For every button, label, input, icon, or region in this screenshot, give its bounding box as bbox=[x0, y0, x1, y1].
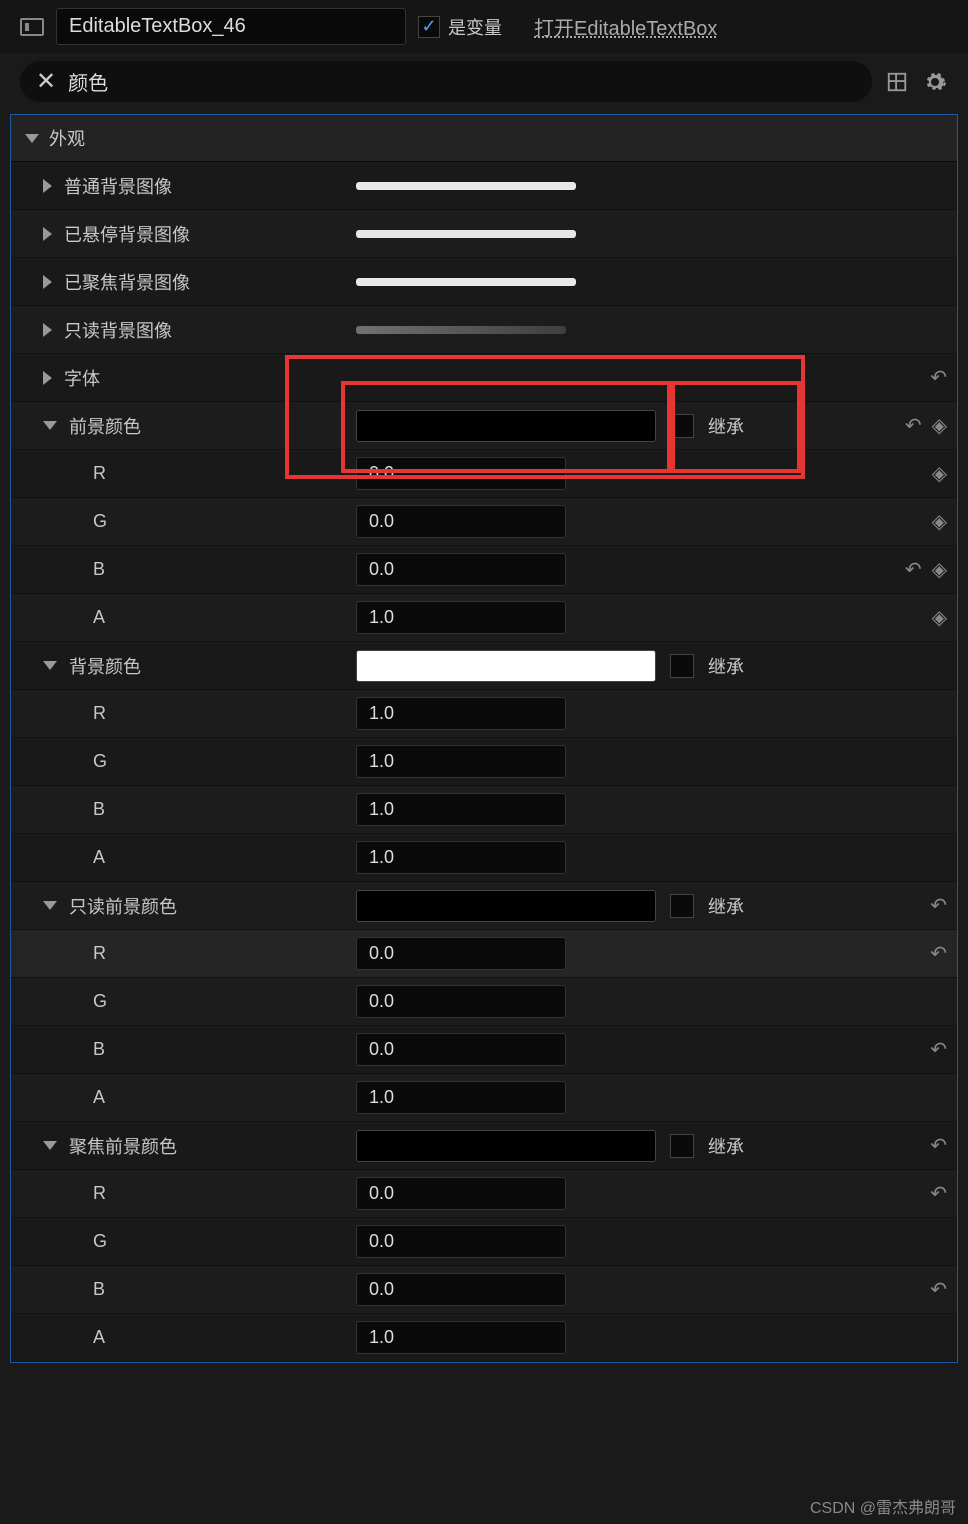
chevron-right-icon[interactable] bbox=[43, 371, 52, 385]
is-variable-label: 是变量 bbox=[448, 14, 502, 40]
ro-g-input[interactable] bbox=[356, 985, 566, 1018]
bg-g-input[interactable] bbox=[356, 745, 566, 778]
widget-icon bbox=[20, 18, 44, 36]
fg-g-input[interactable] bbox=[356, 505, 566, 538]
chevron-down-icon[interactable] bbox=[43, 661, 57, 670]
clear-search-icon[interactable]: ✕ bbox=[36, 67, 56, 96]
watermark: CSDN @雷杰弗朗哥 bbox=[810, 1494, 956, 1518]
label-b: B bbox=[93, 1039, 105, 1060]
bg-a-input[interactable] bbox=[356, 841, 566, 874]
chevron-right-icon[interactable] bbox=[43, 227, 52, 241]
reset-icon[interactable]: ↶ bbox=[930, 365, 947, 390]
label-r: R bbox=[93, 463, 106, 484]
category-label: 外观 bbox=[49, 125, 85, 151]
color-swatch[interactable] bbox=[356, 1130, 656, 1162]
chevron-right-icon[interactable] bbox=[43, 179, 52, 193]
label-g: G bbox=[93, 1231, 107, 1252]
label-a: A bbox=[93, 607, 105, 628]
ro-a-input[interactable] bbox=[356, 1081, 566, 1114]
reset-icon[interactable]: ↶ bbox=[930, 1133, 947, 1158]
keyframe-icon[interactable]: ◈ bbox=[932, 413, 947, 438]
gear-icon[interactable] bbox=[922, 69, 948, 95]
brush-preview[interactable] bbox=[356, 278, 576, 286]
keyframe-icon[interactable]: ◈ bbox=[932, 605, 947, 630]
reset-icon[interactable]: ↶ bbox=[930, 1181, 947, 1206]
keyframe-icon[interactable]: ◈ bbox=[932, 557, 947, 582]
widget-name-input[interactable] bbox=[56, 8, 406, 45]
reset-icon[interactable]: ↶ bbox=[930, 1037, 947, 1062]
label-g: G bbox=[93, 511, 107, 532]
label-r: R bbox=[93, 943, 106, 964]
label-a: A bbox=[93, 1087, 105, 1108]
label-b: B bbox=[93, 1279, 105, 1300]
label-b: B bbox=[93, 559, 105, 580]
reset-icon[interactable]: ↶ bbox=[930, 941, 947, 966]
label-b: B bbox=[93, 799, 105, 820]
prop-bg-color: 背景颜色 bbox=[69, 653, 141, 679]
keyframe-icon[interactable]: ◈ bbox=[932, 509, 947, 534]
prop-ro-fg-color: 只读前景颜色 bbox=[69, 893, 177, 919]
fc-g-input[interactable] bbox=[356, 1225, 566, 1258]
reset-icon[interactable]: ↶ bbox=[930, 1277, 947, 1302]
keyframe-icon[interactable]: ◈ bbox=[932, 461, 947, 486]
grid-icon[interactable] bbox=[884, 69, 910, 95]
label-g: G bbox=[93, 751, 107, 772]
fc-b-input[interactable] bbox=[356, 1273, 566, 1306]
prop-hover-bg: 已悬停背景图像 bbox=[64, 221, 190, 247]
is-variable-checkbox[interactable]: ✓ bbox=[418, 16, 440, 38]
search-text: 颜色 bbox=[68, 67, 856, 96]
reset-icon[interactable]: ↶ bbox=[905, 557, 922, 582]
open-class-link[interactable]: 打开EditableTextBox bbox=[534, 12, 717, 41]
prop-fg-color: 前景颜色 bbox=[69, 413, 141, 439]
search-input[interactable]: ✕ 颜色 bbox=[20, 61, 872, 102]
fc-a-input[interactable] bbox=[356, 1321, 566, 1354]
color-swatch[interactable] bbox=[356, 410, 656, 442]
chevron-down-icon[interactable] bbox=[43, 901, 57, 910]
chevron-down-icon[interactable] bbox=[43, 1141, 57, 1150]
inherit-label: 继承 bbox=[708, 413, 744, 439]
fg-b-input[interactable] bbox=[356, 553, 566, 586]
ro-b-input[interactable] bbox=[356, 1033, 566, 1066]
inherit-checkbox[interactable] bbox=[670, 894, 694, 918]
color-swatch[interactable] bbox=[356, 890, 656, 922]
color-swatch[interactable] bbox=[356, 650, 656, 682]
prop-focus-fg-color: 聚焦前景颜色 bbox=[69, 1133, 177, 1159]
label-a: A bbox=[93, 1327, 105, 1348]
brush-preview[interactable] bbox=[356, 182, 576, 190]
brush-preview[interactable] bbox=[356, 230, 576, 238]
prop-focus-bg: 已聚焦背景图像 bbox=[64, 269, 190, 295]
chevron-right-icon[interactable] bbox=[43, 323, 52, 337]
fg-a-input[interactable] bbox=[356, 601, 566, 634]
reset-icon[interactable]: ↶ bbox=[905, 413, 922, 438]
fg-r-input[interactable] bbox=[356, 457, 566, 490]
label-r: R bbox=[93, 703, 106, 724]
prop-font: 字体 bbox=[64, 365, 100, 391]
bg-b-input[interactable] bbox=[356, 793, 566, 826]
category-appearance[interactable]: 外观 bbox=[11, 115, 957, 162]
bg-r-input[interactable] bbox=[356, 697, 566, 730]
inherit-checkbox[interactable] bbox=[670, 1134, 694, 1158]
chevron-down-icon bbox=[25, 134, 39, 143]
reset-icon[interactable]: ↶ bbox=[930, 893, 947, 918]
prop-normal-bg: 普通背景图像 bbox=[64, 173, 172, 199]
inherit-label: 继承 bbox=[708, 893, 744, 919]
inherit-checkbox[interactable] bbox=[670, 654, 694, 678]
prop-readonly-bg: 只读背景图像 bbox=[64, 317, 172, 343]
ro-r-input[interactable] bbox=[356, 937, 566, 970]
brush-preview[interactable] bbox=[356, 326, 566, 334]
label-g: G bbox=[93, 991, 107, 1012]
inherit-checkbox[interactable] bbox=[670, 414, 694, 438]
label-r: R bbox=[93, 1183, 106, 1204]
label-a: A bbox=[93, 847, 105, 868]
chevron-down-icon[interactable] bbox=[43, 421, 57, 430]
inherit-label: 继承 bbox=[708, 653, 744, 679]
chevron-right-icon[interactable] bbox=[43, 275, 52, 289]
inherit-label: 继承 bbox=[708, 1133, 744, 1159]
fc-r-input[interactable] bbox=[356, 1177, 566, 1210]
